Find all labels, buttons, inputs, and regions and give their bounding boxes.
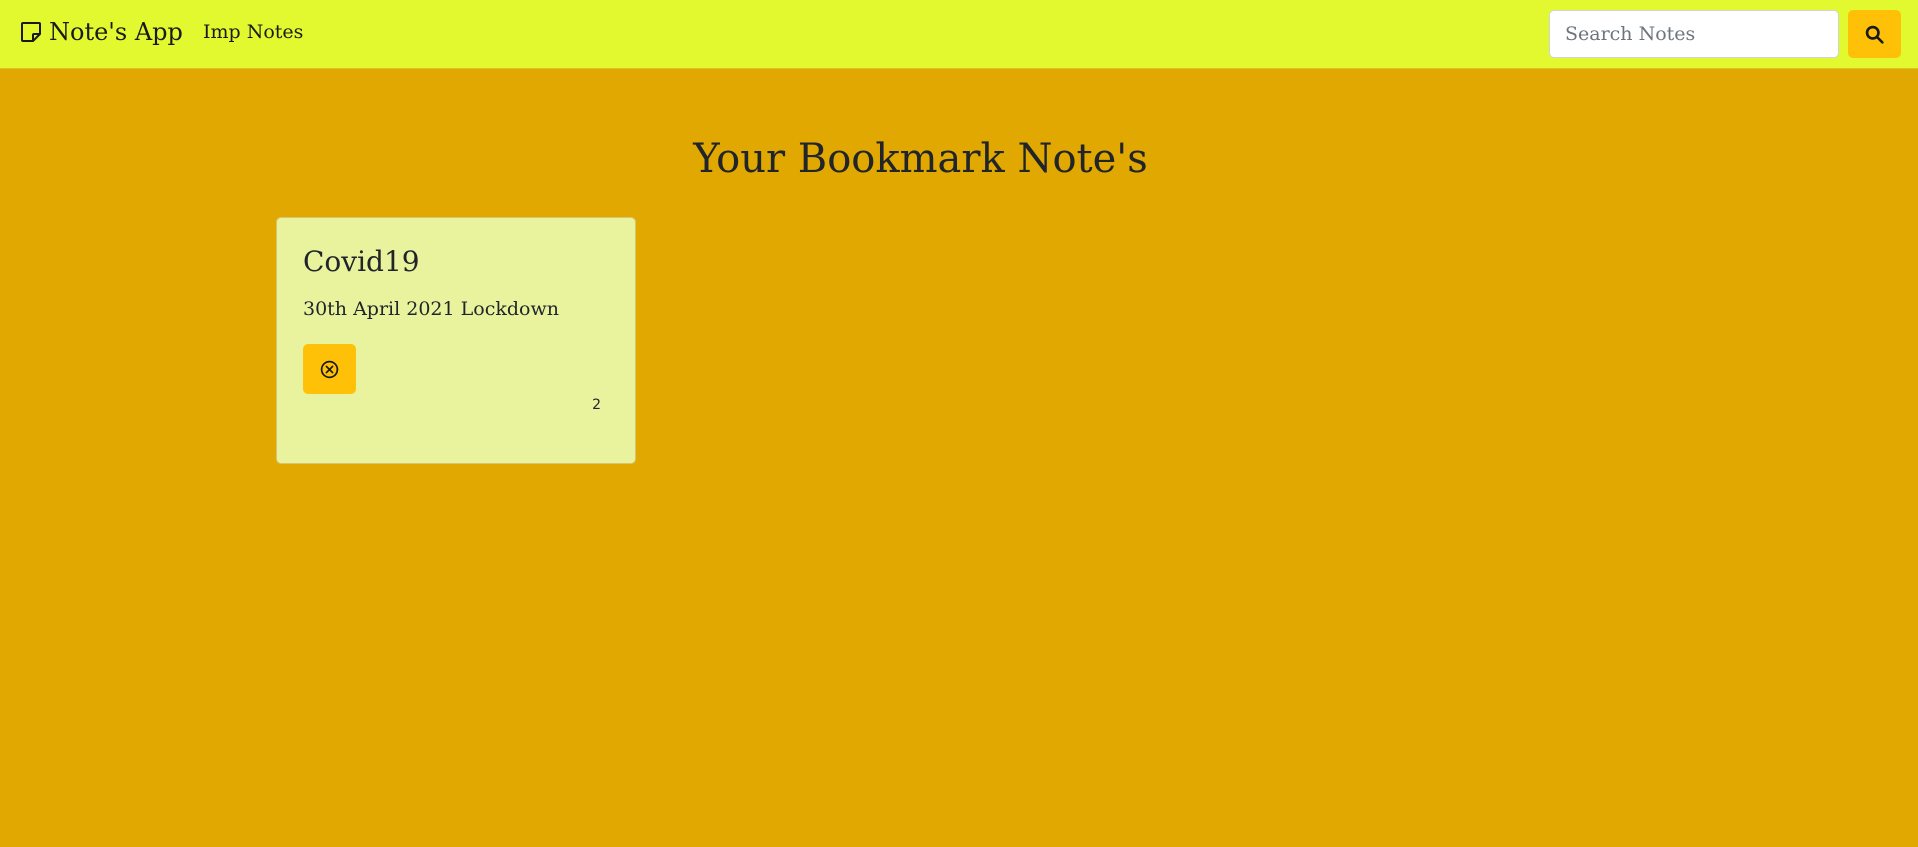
navbar: Note's App Imp Notes	[0, 0, 1918, 69]
search-button[interactable]	[1848, 10, 1901, 58]
note-title: Covid19	[303, 245, 420, 278]
search-icon	[1864, 24, 1885, 45]
page-title: Your Bookmark Note's	[693, 136, 1148, 182]
search-input[interactable]	[1549, 10, 1839, 58]
x-circle-icon	[319, 359, 340, 380]
note-card: Covid19 30th April 2021 Lockdown 2	[276, 217, 636, 464]
nav-link-imp-notes[interactable]: Imp Notes	[203, 21, 303, 43]
brand-label: Note's App	[49, 18, 183, 46]
remove-bookmark-button[interactable]	[303, 344, 356, 394]
sticky-note-icon	[19, 20, 43, 44]
note-id: 2	[592, 397, 601, 413]
note-body: 30th April 2021 Lockdown	[303, 298, 559, 320]
brand-link[interactable]: Note's App	[19, 18, 183, 46]
